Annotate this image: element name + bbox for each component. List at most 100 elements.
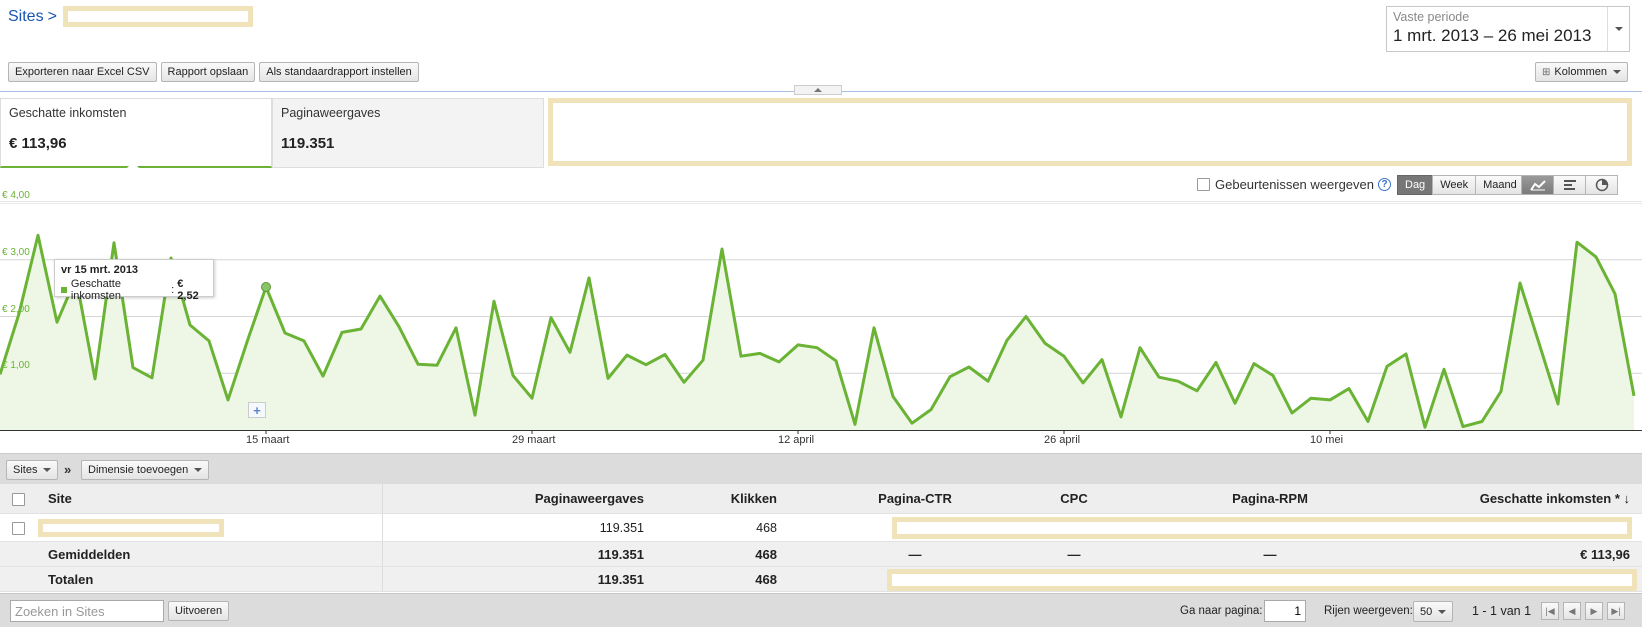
set-default-report-button[interactable]: Als standaardrapport instellen (259, 62, 419, 82)
run-search-button[interactable]: Uitvoeren (168, 601, 230, 621)
grid-icon: ⊞ (1542, 66, 1551, 78)
goto-page-label: Ga naar pagina: (1180, 605, 1263, 617)
date-range-picker[interactable]: Vaste periode 1 mrt. 2013 – 26 mei 2013 (1386, 6, 1630, 52)
breadcrumb-sites-link[interactable]: Sites (8, 8, 44, 26)
y-tick-label: € 2,00 (2, 303, 30, 315)
date-range-dropdown[interactable] (1607, 7, 1629, 51)
chevron-down-icon (1613, 70, 1621, 74)
header-pageviews[interactable]: Paginaweergaves (382, 484, 644, 514)
rows-per-page-select[interactable]: 50 (1413, 601, 1454, 622)
help-icon[interactable]: ? (1378, 178, 1391, 191)
dimension-sites-dropdown[interactable]: Sites (6, 460, 59, 480)
highlighted-data-point[interactable] (261, 281, 271, 292)
granularity-day[interactable]: Dag (1397, 175, 1434, 195)
chart-canvas (0, 203, 1642, 434)
header-earnings[interactable]: Geschatte inkomsten * ↓ (1365, 484, 1630, 514)
redacted-site-name (38, 519, 224, 537)
chevron-down-icon (194, 468, 203, 472)
redacted-metric-area (548, 98, 1632, 166)
header-cpc[interactable]: CPC (1030, 484, 1118, 514)
goto-page-input[interactable] (1264, 600, 1306, 622)
dimension-arrow: » (64, 462, 72, 477)
header-clicks[interactable]: Klikken (644, 484, 777, 514)
prev-page-icon[interactable]: ◀ (1563, 602, 1581, 620)
totals-row: Totalen 119.351 468 (0, 567, 1642, 592)
tooltip-series-name: Geschatte inkomsten (70, 278, 121, 302)
totals-pageviews: 119.351 (597, 572, 644, 587)
show-events-toggle[interactable]: Gebeurtenissen weergeven ? (1197, 177, 1391, 192)
granularity-week[interactable]: Week (1432, 175, 1477, 195)
metric-value: € 113,96 (9, 135, 67, 152)
next-page-icon[interactable]: ▶ (1585, 602, 1603, 620)
rows-per-page-value: 50 (1420, 605, 1433, 618)
breadcrumb-separator: > (47, 7, 57, 25)
header-rpm[interactable]: Pagina-RPM (1175, 484, 1365, 514)
select-all-checkbox[interactable] (12, 493, 25, 507)
x-tick-label: 15 maart (246, 434, 290, 446)
date-range-label: Vaste periode (1393, 10, 1470, 24)
row-checkbox[interactable] (12, 522, 25, 536)
redacted-row-metrics (892, 517, 1632, 539)
show-events-checkbox[interactable] (1197, 178, 1210, 191)
header-site[interactable]: Site (48, 484, 72, 514)
chevron-down-icon (1614, 27, 1623, 31)
metric-label: Paginaweergaves (281, 106, 381, 120)
dimension-bar: Sites » Dimensie toevoegen (0, 453, 1642, 484)
granularity-switch: Dag Week Maand (1397, 175, 1525, 195)
totals-label: Totalen (48, 572, 94, 587)
series-area (0, 235, 1634, 430)
export-csv-button[interactable]: Exporteren naar Excel CSV (8, 62, 157, 82)
table-header: Site Paginaweergaves Klikken Pagina-CTR … (0, 484, 1642, 514)
columns-label: Kolommen (1554, 66, 1607, 78)
redacted-totals (887, 569, 1637, 591)
averages-cpc: — (1067, 547, 1081, 562)
tooltip-value: € 2,52 (177, 278, 199, 302)
collapse-toggle[interactable] (794, 85, 842, 95)
row-clicks: 468 (756, 521, 777, 535)
series-swatch (61, 287, 67, 293)
table-footer: Uitvoeren Ga naar pagina: Rijen weergeve… (0, 593, 1642, 627)
line-chart-icon[interactable] (1521, 175, 1554, 195)
pie-chart-icon[interactable] (1585, 175, 1618, 195)
redacted-site-name (62, 6, 253, 27)
date-range-value: 1 mrt. 2013 – 26 mei 2013 (1393, 26, 1592, 45)
averages-rpm: — (1263, 547, 1277, 562)
averages-label: Gemiddelden (48, 547, 131, 562)
chevron-down-icon (43, 468, 52, 472)
save-report-button[interactable]: Rapport opslaan (160, 62, 256, 82)
search-sites-input[interactable] (10, 600, 164, 622)
report-toolbar: Exporteren naar Excel CSV Rapport opslaa… (8, 62, 419, 82)
pagination-controls: |◀ ◀ ▶ ▶| (1541, 602, 1625, 620)
metric-value: 119.351 (281, 135, 335, 152)
add-dimension-dropdown[interactable]: Dimensie toevoegen (81, 460, 210, 480)
last-page-icon[interactable]: ▶| (1607, 602, 1625, 620)
metric-tab-pageviews[interactable]: Paginaweergaves 119.351 (272, 98, 544, 168)
chevron-up-icon (814, 88, 822, 92)
report-table: Site Paginaweergaves Klikken Pagina-CTR … (0, 484, 1642, 592)
averages-pageviews: 119.351 (597, 547, 644, 562)
header-ctr[interactable]: Pagina-CTR (860, 484, 970, 514)
columns-button[interactable]: ⊞ Kolommen (1535, 62, 1628, 82)
dimension-sites-label: Sites (13, 464, 38, 476)
chevron-down-icon (1438, 609, 1447, 614)
bar-chart-icon[interactable] (1553, 175, 1586, 195)
breadcrumb: Sites > (8, 6, 253, 27)
metric-tabs: Geschatte inkomsten € 113,96 Paginaweerg… (0, 98, 1642, 168)
show-events-label: Gebeurtenissen weergeven (1215, 177, 1374, 192)
metric-tab-earnings[interactable]: Geschatte inkomsten € 113,96 (0, 98, 272, 168)
y-tick-label: € 3,00 (2, 246, 30, 258)
tooltip-date: vr 15 mrt. 2013 (61, 264, 139, 276)
chart-type-switch (1521, 175, 1618, 195)
averages-ctr: — (908, 547, 922, 562)
first-page-icon[interactable]: |◀ (1541, 602, 1559, 620)
averages-clicks: 468 (755, 547, 777, 562)
metric-label: Geschatte inkomsten (9, 106, 127, 120)
chart-tooltip: vr 15 mrt. 2013 Geschatte inkomsten: € 2… (54, 259, 214, 302)
x-tick-label: 10 mei (1310, 434, 1344, 446)
averages-earnings: € 113,96 (1580, 547, 1630, 562)
granularity-month[interactable]: Maand (1475, 175, 1525, 195)
x-tick-label: 29 maart (512, 434, 556, 446)
y-tick-label: € 4,00 (2, 190, 30, 201)
earnings-chart: € 1,00 € 2,00 € 3,00 € 4,00 15 maart 29 maar… (0, 190, 1642, 453)
add-annotation-icon[interactable]: + (248, 402, 266, 418)
